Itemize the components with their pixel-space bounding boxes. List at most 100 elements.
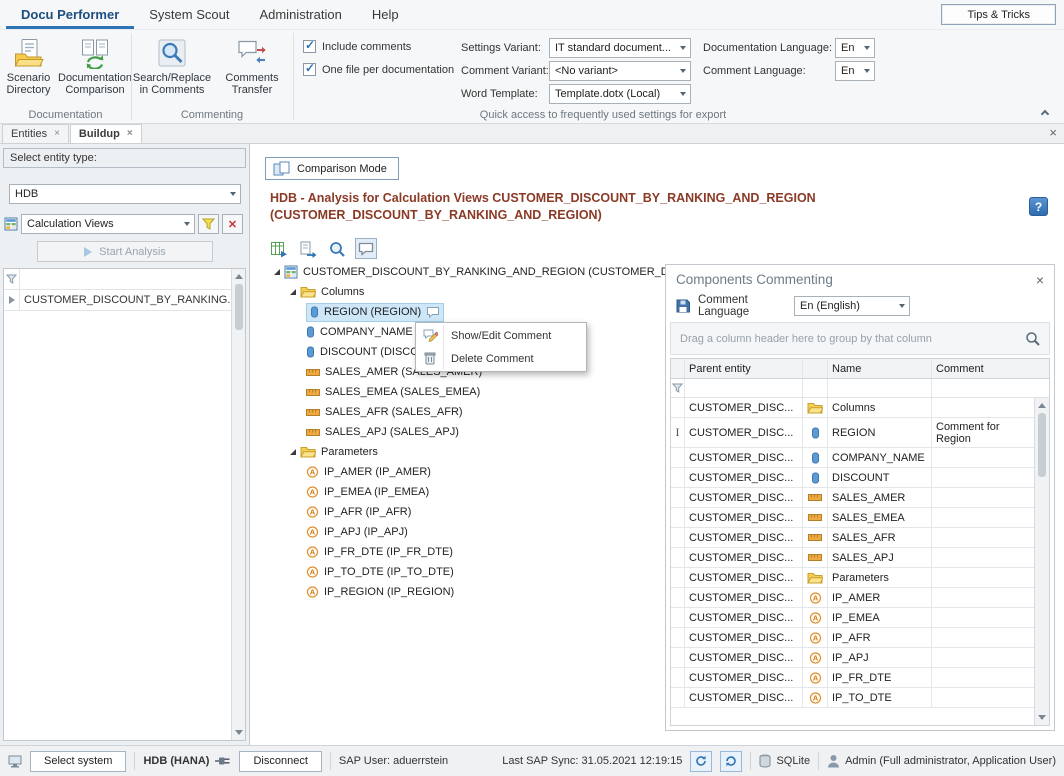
search-icon[interactable]	[1025, 331, 1040, 346]
save-icon[interactable]	[676, 299, 690, 313]
chevron-down-icon[interactable]	[180, 215, 194, 233]
expander-icon[interactable]	[286, 289, 300, 295]
statusbar: Select system HDB (HANA) Disconnect SAP …	[0, 745, 1064, 776]
chevron-down-icon[interactable]	[860, 62, 874, 80]
entity-type-select[interactable]: Calculation Views	[21, 214, 195, 234]
svg-text:A: A	[310, 548, 316, 557]
sidebar-scrollbar[interactable]	[231, 269, 245, 740]
scroll-up-icon[interactable]	[235, 274, 243, 279]
clear-filter-button[interactable]: ✕	[222, 214, 243, 234]
chevron-down-icon[interactable]	[676, 85, 690, 103]
scenario-directory-button[interactable]: Scenario Directory	[0, 35, 57, 106]
scroll-thumb[interactable]	[1038, 413, 1046, 477]
start-analysis-button[interactable]: Start Analysis	[37, 241, 213, 262]
sync-refresh-button[interactable]	[690, 751, 712, 772]
sync-settings-button[interactable]	[720, 751, 742, 772]
entity-row[interactable]: CUSTOMER_DISCOUNT_BY_RANKING...	[4, 290, 231, 311]
svg-text:A: A	[812, 593, 818, 602]
table-row[interactable]: CUSTOMER_DISC... Parameters	[671, 568, 1034, 588]
system-select-value: HDB	[15, 188, 38, 200]
checkbox-checked-icon[interactable]	[303, 63, 316, 76]
delete-comment-menu-item[interactable]: Delete Comment	[416, 347, 586, 370]
selected-tree-node[interactable]: REGION (REGION)	[306, 303, 444, 322]
menu-item-help[interactable]: Help	[357, 0, 414, 29]
table-row[interactable]: I CUSTOMER_DISC... REGION Comment for Re…	[671, 418, 1034, 448]
table-row[interactable]: CUSTOMER_DISC... A IP_APJ	[671, 648, 1034, 668]
close-icon[interactable]: ×	[1036, 273, 1044, 287]
help-icon[interactable]: ?	[1029, 197, 1048, 216]
documentation-language-select[interactable]: En	[835, 38, 875, 58]
comment-toggle-button[interactable]	[355, 238, 377, 259]
table-row[interactable]: CUSTOMER_DISC... SALES_APJ	[671, 548, 1034, 568]
include-comments-checkbox[interactable]: Include comments	[303, 40, 457, 53]
comment-language-select[interactable]: En	[835, 61, 875, 81]
table-row[interactable]: CUSTOMER_DISC... Columns	[671, 398, 1034, 418]
measure-icon	[306, 368, 320, 377]
system-select[interactable]: HDB	[9, 184, 241, 204]
tips-and-tricks-button[interactable]: Tips & Tricks	[941, 4, 1056, 25]
scroll-up-icon[interactable]	[1038, 403, 1046, 408]
entity-type-value: Calculation Views	[27, 218, 114, 230]
chevron-down-icon[interactable]	[676, 39, 690, 57]
expander-icon[interactable]	[270, 269, 284, 275]
folder-icon	[300, 286, 316, 298]
menu-item-docu-performer[interactable]: Docu Performer	[6, 0, 134, 29]
select-system-button[interactable]: Select system	[30, 751, 126, 772]
export-excel-button[interactable]	[268, 238, 290, 259]
column-header-parent-entity[interactable]: Parent entity	[685, 359, 803, 378]
menu-item-administration[interactable]: Administration	[244, 0, 356, 29]
folder-icon	[803, 398, 828, 417]
ribbon-collapse-button[interactable]	[1036, 107, 1054, 121]
table-row[interactable]: CUSTOMER_DISC... A IP_EMEA	[671, 608, 1034, 628]
chevron-down-icon[interactable]	[860, 39, 874, 57]
table-row[interactable]: CUSTOMER_DISC... SALES_AMER	[671, 488, 1034, 508]
chevron-down-icon[interactable]	[226, 185, 240, 203]
transfer-button[interactable]	[297, 238, 319, 259]
settings-variant-select[interactable]: IT standard document...	[549, 38, 691, 58]
table-row[interactable]: CUSTOMER_DISC... DISCOUNT	[671, 468, 1034, 488]
one-file-per-documentation-checkbox[interactable]: One file per documentation	[303, 63, 457, 76]
panel-scrollbar[interactable]	[1034, 398, 1049, 725]
tab-entities[interactable]: Entities ×	[2, 124, 69, 143]
table-row[interactable]: CUSTOMER_DISC... A IP_AFR	[671, 628, 1034, 648]
show-edit-comment-menu-item[interactable]: Show/Edit Comment	[416, 324, 586, 347]
scroll-down-icon[interactable]	[1038, 715, 1046, 720]
table-row[interactable]: CUSTOMER_DISC... A IP_FR_DTE	[671, 668, 1034, 688]
search-replace-comments-button[interactable]: Search/Replace in Comments	[134, 35, 210, 106]
comment-variant-label: Comment Variant:	[461, 65, 549, 77]
table-row[interactable]: CUSTOMER_DISC... A IP_AMER	[671, 588, 1034, 608]
column-header-comment[interactable]: Comment	[932, 359, 1049, 378]
tab-buildup[interactable]: Buildup ×	[70, 124, 142, 143]
context-menu: Show/Edit Comment Delete Comment	[415, 322, 587, 372]
scroll-thumb[interactable]	[235, 284, 243, 330]
comparison-mode-button[interactable]: Comparison Mode	[265, 157, 399, 180]
scroll-down-icon[interactable]	[235, 730, 243, 735]
search-icon[interactable]	[326, 238, 348, 259]
table-row[interactable]: CUSTOMER_DISC... A IP_TO_DTE	[671, 688, 1034, 708]
menu-item-system-scout[interactable]: System Scout	[134, 0, 244, 29]
comments-transfer-button[interactable]: Comments Transfer	[214, 35, 290, 106]
checkbox-checked-icon[interactable]	[303, 40, 316, 53]
close-icon[interactable]: ×	[127, 129, 133, 139]
table-row[interactable]: CUSTOMER_DISC... SALES_AFR	[671, 528, 1034, 548]
close-icon[interactable]: ×	[1049, 126, 1057, 139]
documentation-comparison-button[interactable]: Documentation Comparison	[59, 35, 131, 106]
column-header-name[interactable]: Name	[828, 359, 932, 378]
chevron-down-icon[interactable]	[676, 62, 690, 80]
table-row[interactable]: CUSTOMER_DISC... COMPANY_NAME	[671, 448, 1034, 468]
comment-variant-select[interactable]: <No variant>	[549, 61, 691, 81]
disconnect-button[interactable]: Disconnect	[239, 751, 321, 772]
grid-filter-row[interactable]	[671, 379, 1049, 398]
svg-text:A: A	[812, 653, 818, 662]
table-row[interactable]: CUSTOMER_DISC... SALES_EMEA	[671, 508, 1034, 528]
panel-comment-language-select[interactable]: En (English)	[794, 296, 910, 316]
chevron-down-icon[interactable]	[895, 297, 909, 315]
filter-edit-button[interactable]	[198, 214, 219, 234]
entity-result-grid: CUSTOMER_DISCOUNT_BY_RANKING...	[3, 268, 246, 741]
word-template-select[interactable]: Template.dotx (Local)	[549, 84, 691, 104]
close-icon[interactable]: ×	[54, 129, 60, 139]
expander-icon[interactable]	[286, 449, 300, 455]
grid-filter-row[interactable]	[4, 269, 231, 290]
group-by-panel[interactable]: Drag a column header here to group by th…	[670, 322, 1050, 355]
select-entity-type-header: Select entity type:	[3, 148, 246, 168]
